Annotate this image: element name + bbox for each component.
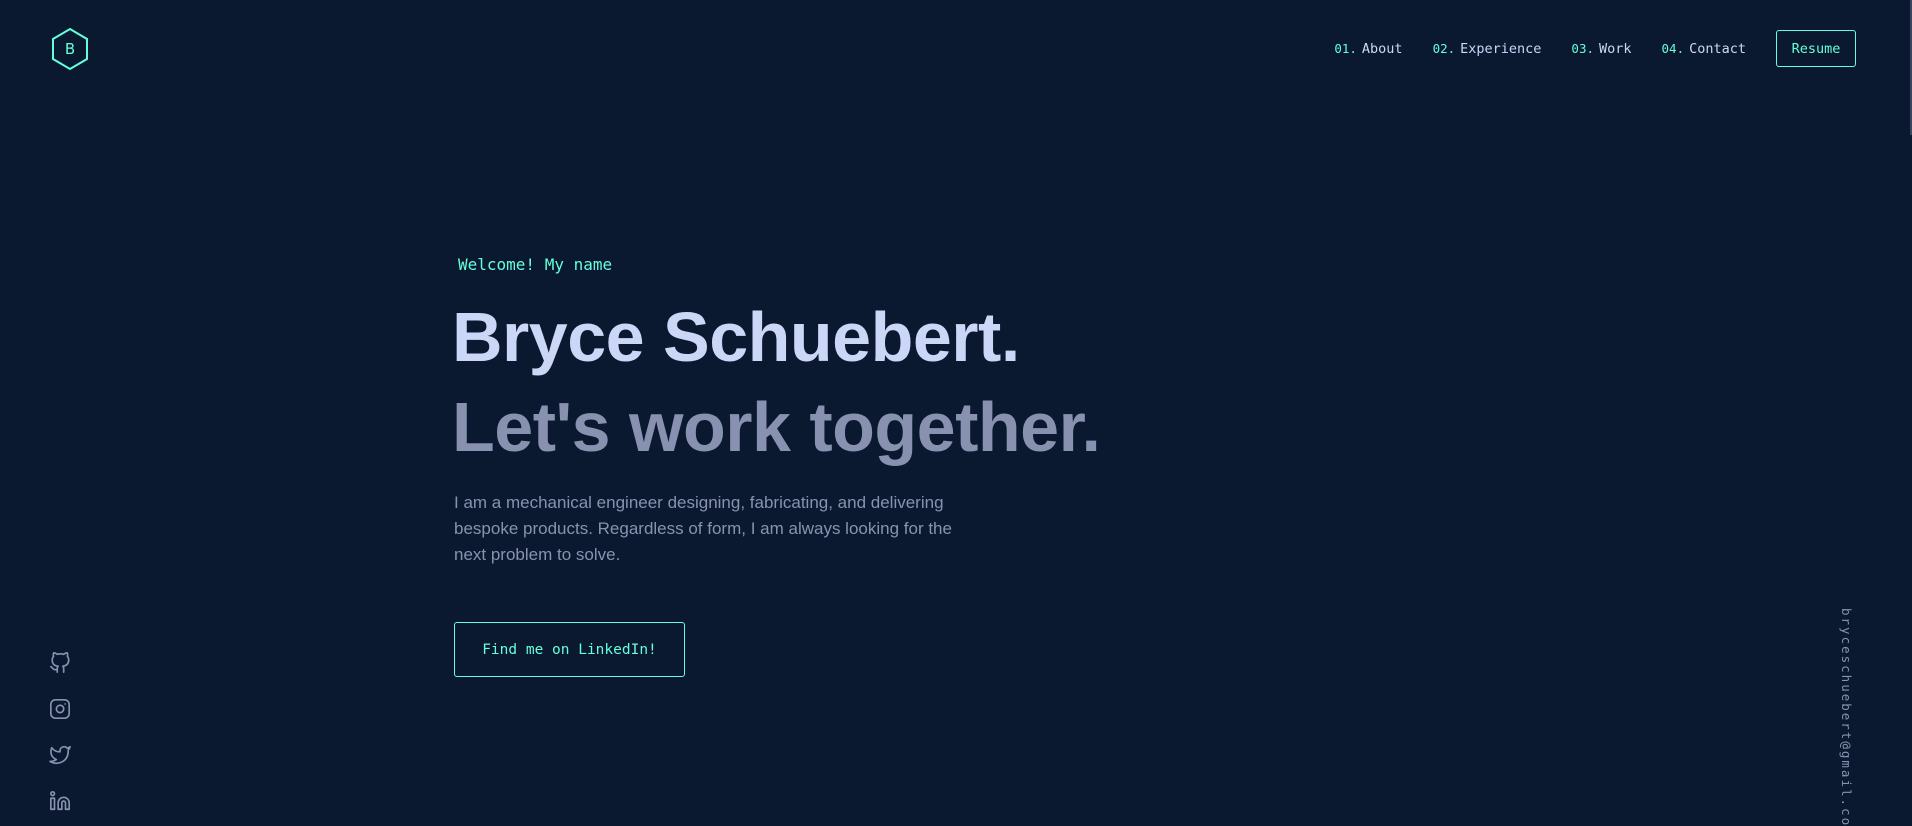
github-icon bbox=[50, 652, 70, 673]
nav-item-contact[interactable]: 04. Contact bbox=[1662, 41, 1746, 57]
nav-label: Contact bbox=[1689, 41, 1746, 57]
logo-letter: B bbox=[64, 40, 76, 58]
instagram-icon bbox=[50, 699, 70, 719]
nav-number: 03. bbox=[1571, 41, 1594, 56]
hero-name: Bryce Schuebert. bbox=[452, 298, 1020, 376]
github-link[interactable] bbox=[49, 652, 71, 674]
email-sidebar: bryceschuebert@gmail.com bbox=[1837, 608, 1857, 826]
nav-number: 01. bbox=[1334, 41, 1357, 56]
twitter-link[interactable] bbox=[49, 744, 71, 766]
linkedin-icon bbox=[50, 791, 70, 811]
nav-number: 04. bbox=[1661, 41, 1685, 56]
nav-item-work[interactable]: 03. Work bbox=[1571, 41, 1631, 57]
hero-description: I am a mechanical engineer designing, fa… bbox=[454, 493, 952, 564]
instagram-link[interactable] bbox=[49, 698, 71, 720]
nav-label: Work bbox=[1599, 41, 1632, 57]
nav-item-about[interactable]: 01. About bbox=[1334, 41, 1402, 57]
email-link[interactable]: bryceschuebert@gmail.com bbox=[1839, 608, 1854, 826]
hero-tagline: Let's work together. bbox=[452, 388, 1101, 466]
nav-label: Experience bbox=[1460, 41, 1542, 57]
logo-link[interactable]: B bbox=[50, 27, 90, 71]
hero-greeting: Welcome! My name bbox=[458, 255, 613, 274]
main-nav: 01. About 02. Experience 03. Work 04. Contac… bbox=[1334, 40, 1746, 58]
linkedin-link[interactable] bbox=[49, 790, 71, 812]
resume-button[interactable]: Resume bbox=[1776, 30, 1856, 67]
nav-label: About bbox=[1361, 41, 1403, 57]
linkedin-cta-button[interactable]: Find me on LinkedIn! bbox=[454, 622, 685, 677]
nav-number: 02. bbox=[1432, 41, 1456, 56]
twitter-icon bbox=[49, 745, 71, 765]
nav-item-experience[interactable]: 02. Experience bbox=[1433, 41, 1542, 57]
